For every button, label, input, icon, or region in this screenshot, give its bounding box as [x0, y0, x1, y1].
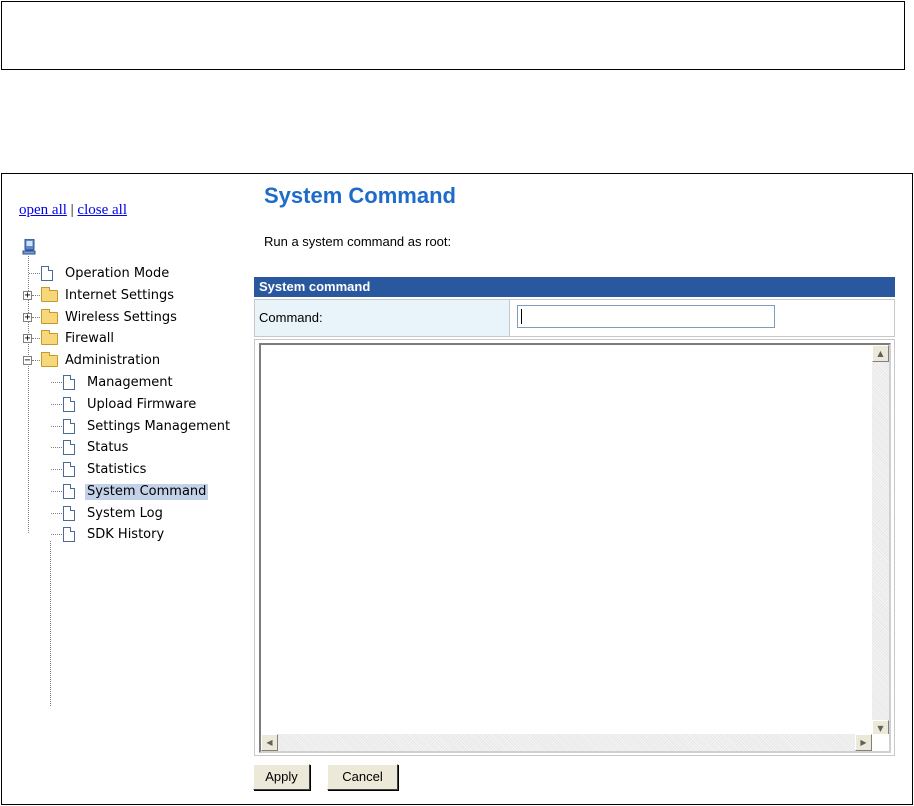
document-icon — [63, 527, 75, 542]
tree-links-separator: | — [70, 202, 74, 218]
tree-item-internet-settings[interactable]: + Internet Settings — [2, 286, 250, 306]
cancel-button[interactable]: Cancel — [327, 764, 398, 790]
open-all-link[interactable]: open all — [19, 202, 67, 218]
tree-item-label: Upload Firmware — [87, 397, 197, 412]
tree-item-system-command[interactable]: System Command — [2, 482, 250, 502]
navigation-tree: open all | close all Operation Mode + In… — [2, 174, 250, 804]
tree-links: open all | close all — [19, 202, 127, 219]
command-row: Command: — [254, 299, 895, 337]
page-description: Run a system command as root: — [264, 234, 452, 249]
folder-icon — [41, 330, 58, 345]
document-icon — [63, 375, 75, 390]
page-title: System Command — [264, 183, 456, 208]
tree-item-label: Firewall — [65, 331, 115, 346]
folder-icon — [41, 309, 58, 324]
tree-item-operation-mode[interactable]: Operation Mode — [2, 264, 250, 284]
tree-item-settings-management[interactable]: Settings Management — [2, 417, 250, 437]
tree-item-sdk-history[interactable]: SDK History — [2, 525, 250, 545]
scroll-left-arrow-icon[interactable]: ◀ — [261, 734, 278, 751]
tree-item-statistics[interactable]: Statistics — [2, 460, 250, 480]
command-label: Command: — [255, 300, 510, 336]
scroll-right-arrow-icon[interactable]: ▶ — [855, 734, 872, 751]
document-icon — [63, 440, 75, 455]
close-all-link[interactable]: close all — [77, 202, 127, 218]
tree-item-label: Management — [87, 375, 173, 390]
content-pane: System Command Run a system command as r… — [251, 174, 912, 804]
tree-item-label: Administration — [65, 353, 161, 368]
expand-icon[interactable]: + — [23, 291, 32, 301]
tree-item-firewall[interactable]: + Firewall — [2, 329, 250, 349]
collapse-icon[interactable]: − — [23, 356, 32, 366]
apply-button[interactable]: Apply — [253, 764, 310, 790]
tree-item-label: Statistics — [87, 462, 147, 477]
text-caret — [521, 309, 522, 324]
document-icon — [63, 419, 75, 434]
command-output-textarea[interactable]: ▲ ▼ ◀ ▶ — [259, 343, 891, 753]
folder-open-icon — [41, 352, 58, 367]
command-input[interactable] — [517, 305, 775, 328]
scrollbar-corner — [872, 734, 889, 751]
tree-item-label: SDK History — [87, 527, 165, 542]
tree-item-label: Internet Settings — [65, 288, 175, 303]
tree-connector — [50, 541, 51, 706]
tree-item-label: Status — [87, 440, 129, 455]
expand-icon[interactable]: + — [23, 334, 32, 344]
computer-icon[interactable] — [22, 239, 36, 255]
tree-item-administration[interactable]: − Administration — [2, 351, 250, 371]
tree-item-label: System Log — [87, 506, 163, 521]
top-frame — [1, 1, 905, 70]
tree-item-upload-firmware[interactable]: Upload Firmware — [2, 395, 250, 415]
main-frame: open all | close all Operation Mode + In… — [1, 173, 913, 805]
tree-item-label: Operation Mode — [65, 266, 170, 281]
document-icon — [41, 266, 53, 281]
scroll-up-arrow-icon[interactable]: ▲ — [872, 345, 889, 362]
tree-item-label: Settings Management — [87, 419, 231, 434]
vertical-scrollbar[interactable]: ▲ ▼ — [872, 345, 889, 737]
document-icon — [63, 506, 75, 521]
horizontal-scrollbar[interactable]: ◀ ▶ — [261, 734, 872, 751]
output-wrapper: ▲ ▼ ◀ ▶ — [254, 339, 895, 756]
document-icon — [63, 397, 75, 412]
tree-item-management[interactable]: Management — [2, 373, 250, 393]
table-header: System command — [254, 277, 895, 297]
tree-item-label: Wireless Settings — [65, 310, 177, 325]
expand-icon[interactable]: + — [23, 313, 32, 323]
tree-item-status[interactable]: Status — [2, 438, 250, 458]
folder-icon — [41, 287, 58, 302]
document-icon — [63, 484, 75, 499]
tree-item-label-selected: System Command — [85, 484, 209, 500]
tree-item-wireless-settings[interactable]: + Wireless Settings — [2, 308, 250, 328]
tree-item-system-log[interactable]: System Log — [2, 504, 250, 524]
document-icon — [63, 462, 75, 477]
